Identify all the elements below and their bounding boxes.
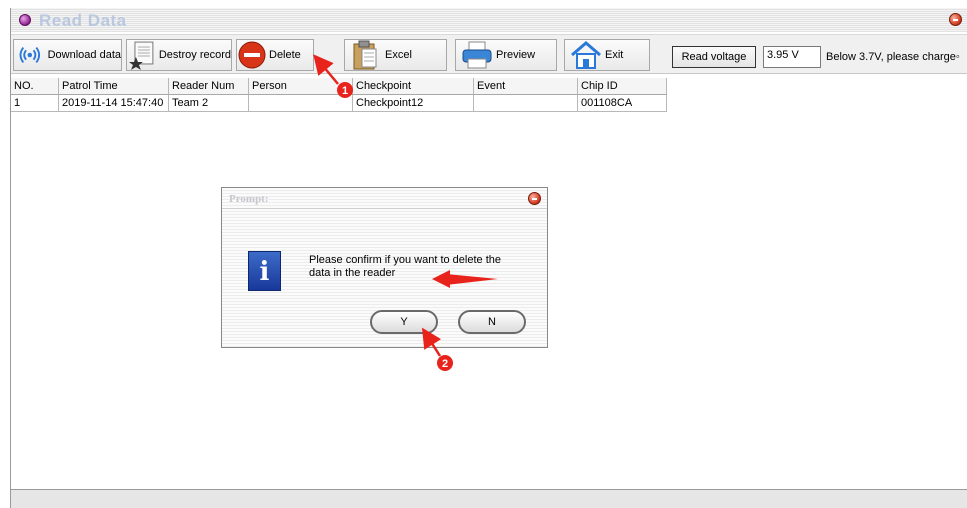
column-header[interactable]: Event: [474, 78, 578, 94]
wireless-signal-icon: [19, 47, 41, 63]
download-data-button[interactable]: Download data: [13, 39, 122, 71]
table-cell: Team 2: [169, 95, 249, 111]
dialog-message-line: data in the reader: [309, 267, 396, 279]
printer-icon: [462, 41, 492, 69]
delete-label: Delete: [269, 49, 301, 61]
table-cell: Checkpoint12: [353, 95, 474, 111]
records-table: NO. Patrol Time Reader Num Person Checkp…: [11, 78, 667, 112]
destroy-record-label: Destroy record: [158, 49, 231, 61]
title-bar: Read Data: [11, 8, 967, 32]
column-header[interactable]: Checkpoint: [353, 78, 474, 94]
column-header[interactable]: Patrol Time: [59, 78, 169, 94]
dialog-title: Prompt:: [229, 193, 269, 205]
column-header[interactable]: Chip ID: [578, 78, 667, 94]
info-icon: i: [248, 251, 281, 291]
download-data-label: Download data: [47, 49, 121, 61]
home-icon: [571, 41, 601, 69]
yes-button[interactable]: Y: [370, 310, 438, 334]
preview-button[interactable]: Preview: [455, 39, 557, 71]
exit-button[interactable]: Exit: [564, 39, 650, 71]
read-voltage-button[interactable]: Read voltage: [672, 46, 756, 68]
dialog-title-bar: Prompt:: [222, 188, 547, 209]
column-header[interactable]: Reader Num: [169, 78, 249, 94]
table-cell: [474, 95, 578, 111]
voltage-field[interactable]: 3.95 V: [763, 46, 821, 68]
excel-button[interactable]: Excel: [344, 39, 447, 71]
toolbar: Download data Destroy record Delete Exce…: [11, 34, 967, 74]
dialog-message: Please confirm if you want to delete the…: [309, 254, 529, 280]
excel-label: Excel: [385, 49, 412, 61]
destroy-record-button[interactable]: Destroy record: [126, 39, 232, 71]
status-bar: [11, 489, 967, 508]
confirm-delete-dialog: Prompt: i Please confirm if you want to …: [221, 187, 548, 348]
window-close-button[interactable]: [949, 13, 962, 26]
exit-label: Exit: [605, 49, 624, 61]
table-cell: 001108CA: [578, 95, 667, 111]
column-header[interactable]: NO.: [11, 78, 59, 94]
table-cell: 1: [11, 95, 59, 111]
table-row[interactable]: 1 2019-11-14 15:47:40 Team 2 Checkpoint1…: [11, 95, 667, 112]
app-orb-icon: [19, 14, 31, 26]
table-cell: 2019-11-14 15:47:40: [59, 95, 169, 111]
table-cell: [249, 95, 353, 111]
dialog-message-line: Please confirm if you want to delete the: [309, 254, 501, 266]
clipboard-icon: [353, 40, 377, 70]
dialog-close-button[interactable]: [528, 192, 541, 205]
document-star-icon: [128, 41, 154, 70]
preview-label: Preview: [496, 49, 536, 61]
delete-button[interactable]: Delete: [236, 39, 314, 71]
delete-stop-icon: [238, 41, 266, 69]
column-header[interactable]: Person: [249, 78, 353, 94]
window-title: Read Data: [39, 11, 127, 30]
table-header: NO. Patrol Time Reader Num Person Checkp…: [11, 78, 667, 95]
no-button[interactable]: N: [458, 310, 526, 334]
voltage-note: Below 3.7V, please charge◦: [826, 51, 960, 63]
